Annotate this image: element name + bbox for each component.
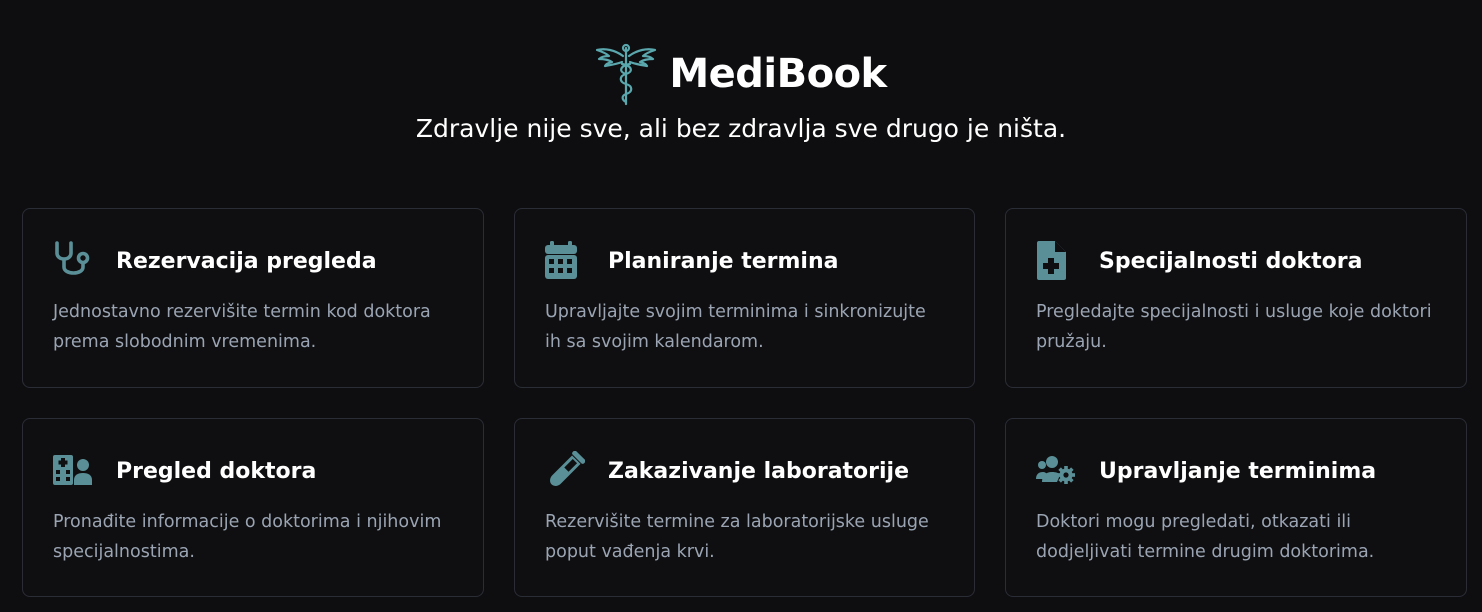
- features-grid: Rezervacija pregleda Jednostavno rezervi…: [22, 208, 1467, 597]
- feature-description: Rezervišite termine za laboratorijske us…: [545, 512, 929, 562]
- stethoscope-icon: [53, 241, 93, 281]
- feature-title: Rezervacija pregleda: [116, 248, 377, 274]
- hospital-user-icon: [53, 451, 93, 491]
- feature-description: Upravljajte svojim terminima i sinkroniz…: [545, 302, 926, 352]
- brand-name: MediBook: [669, 51, 887, 97]
- feature-description: Jednostavno rezervišite termin kod dokto…: [53, 302, 431, 352]
- feature-title: Planiranje termina: [608, 248, 839, 274]
- feature-title: Pregled doktora: [116, 458, 317, 484]
- feature-title: Specijalnosti doktora: [1099, 248, 1363, 274]
- test-tube-icon: [545, 451, 585, 491]
- medical-file-icon: [1036, 241, 1076, 281]
- users-cog-icon: [1036, 451, 1076, 491]
- calendar-icon: [545, 241, 585, 281]
- brand-header: MediBook: [0, 42, 1482, 106]
- feature-card-lab-booking: Zakazivanje laboratorije Rezervišite ter…: [514, 418, 975, 597]
- feature-card-appointment-booking: Rezervacija pregleda Jednostavno rezervi…: [22, 208, 484, 388]
- caduceus-icon: [595, 42, 657, 106]
- feature-title: Zakazivanje laboratorije: [608, 458, 910, 484]
- feature-card-doctor-specialties: Specijalnosti doktora Pregledajte specij…: [1005, 208, 1467, 388]
- landing-page: MediBook Zdravlje nije sve, ali bez zdra…: [0, 0, 1482, 612]
- feature-card-appointment-planning: Planiranje termina Upravljajte svojim te…: [514, 208, 975, 388]
- tagline: Zdravlje nije sve, ali bez zdravlja sve …: [415, 114, 1067, 143]
- feature-description: Pronađite informacije o doktorima i njih…: [53, 512, 442, 562]
- feature-description: Doktori mogu pregledati, otkazati ili do…: [1036, 512, 1375, 562]
- feature-card-doctor-overview: Pregled doktora Pronađite informacije o …: [22, 418, 484, 597]
- feature-title: Upravljanje terminima: [1099, 458, 1377, 484]
- feature-card-appointment-management: Upravljanje terminima Doktori mogu pregl…: [1005, 418, 1467, 597]
- feature-description: Pregledajte specijalnosti i usluge koje …: [1036, 302, 1432, 352]
